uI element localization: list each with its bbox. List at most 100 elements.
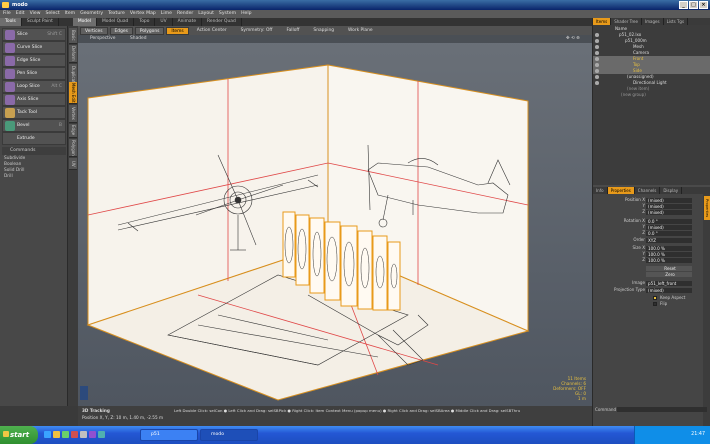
tree-row-front[interactable]: Front bbox=[593, 56, 710, 62]
tree-row-side[interactable]: Side bbox=[593, 68, 710, 74]
menu-vertex-map[interactable]: Vertex Map bbox=[130, 10, 156, 18]
tab-render-quad[interactable]: Render Quad bbox=[202, 18, 242, 26]
menu-view[interactable]: View bbox=[30, 10, 41, 18]
visibility-eye-icon[interactable] bbox=[595, 33, 599, 37]
tree-row-mesh[interactable]: Mesh bbox=[593, 44, 710, 50]
tab-animate[interactable]: Animate bbox=[173, 18, 203, 26]
action-center-dropdown[interactable]: Action Center bbox=[191, 27, 233, 35]
minimize-button[interactable]: _ bbox=[679, 1, 688, 9]
loop-slice-tool-button[interactable]: Loop Slice Alt C bbox=[2, 80, 66, 93]
symmetry-dropdown[interactable]: Symmetry: Off bbox=[235, 27, 279, 35]
tab-topo[interactable]: Topo bbox=[134, 18, 156, 26]
menu-edit[interactable]: Edit bbox=[16, 10, 25, 18]
viewport-nav-icons[interactable]: ✥ ⟲ ⊕ bbox=[566, 35, 580, 43]
prop-value-field[interactable]: 0.0 ° bbox=[646, 218, 692, 224]
vtab-vertex[interactable]: Vertex bbox=[69, 105, 77, 123]
items-mode-button[interactable]: Items bbox=[166, 26, 189, 35]
prop-value-field[interactable]: 0.0 ° bbox=[646, 230, 692, 236]
visibility-eye-icon[interactable] bbox=[595, 45, 599, 49]
close-button[interactable]: × bbox=[699, 1, 708, 9]
tree-row-scene[interactable]: p51_02.lxo bbox=[593, 32, 710, 38]
flip-checkbox[interactable] bbox=[653, 302, 657, 306]
app3-quicklaunch-icon[interactable] bbox=[98, 431, 105, 438]
visibility-eye-icon[interactable] bbox=[595, 75, 599, 79]
bevel-tool-button[interactable]: Bevel B bbox=[2, 119, 66, 132]
visibility-eye-icon[interactable] bbox=[595, 81, 599, 85]
tab-lists-tgs[interactable]: Lists Tgs bbox=[664, 18, 689, 25]
ie-quicklaunch-icon[interactable] bbox=[44, 431, 51, 438]
axis-slice-tool-button[interactable]: Axis Slice bbox=[2, 93, 66, 106]
vtab-uv[interactable]: UV bbox=[69, 158, 77, 170]
prop-value-field[interactable]: (mixed) bbox=[646, 224, 692, 230]
start-button[interactable]: start bbox=[0, 426, 38, 444]
projection-type-dropdown[interactable]: (mixed) bbox=[646, 287, 692, 293]
tab-items[interactable]: Items bbox=[593, 18, 612, 25]
tab-images[interactable]: Images bbox=[642, 18, 664, 25]
tree-row-camera[interactable]: Camera bbox=[593, 50, 710, 56]
command-drill[interactable]: Drill bbox=[2, 174, 66, 180]
tab-model-quad[interactable]: Model Quad bbox=[97, 18, 135, 26]
taskbar-item-p51[interactable]: p51 bbox=[140, 429, 198, 441]
edges-mode-button[interactable]: Edges bbox=[109, 26, 133, 35]
menu-item[interactable]: Item bbox=[65, 10, 75, 18]
app-quicklaunch-icon[interactable] bbox=[80, 431, 87, 438]
maximize-button[interactable]: □ bbox=[689, 1, 698, 9]
image-dropdown[interactable]: p51_left_front bbox=[646, 280, 692, 286]
tree-row-group[interactable]: p51_000m bbox=[593, 38, 710, 44]
tab-tools[interactable]: Tools bbox=[0, 18, 22, 26]
clock[interactable]: 21:47 bbox=[691, 432, 705, 437]
edge-slice-tool-button[interactable]: Edge Slice bbox=[2, 54, 66, 67]
prop-value-field[interactable]: 100.0 % bbox=[646, 257, 692, 263]
tab-channels[interactable]: Channels bbox=[635, 187, 661, 194]
menu-select[interactable]: Select bbox=[46, 10, 60, 18]
prop-value-field[interactable]: (mixed) bbox=[646, 203, 692, 209]
menu-texture[interactable]: Texture bbox=[108, 10, 125, 18]
tab-properties[interactable]: Properties bbox=[607, 187, 635, 194]
commands-section-header[interactable]: Commands bbox=[2, 147, 66, 155]
tack-tool-button[interactable]: Tack Tool bbox=[2, 106, 66, 119]
snapping-dropdown[interactable]: Snapping bbox=[307, 27, 340, 35]
prop-order-dropdown[interactable]: XYZ bbox=[646, 237, 692, 243]
tree-row-unassigned[interactable]: (unassigned) bbox=[593, 74, 710, 80]
work-plane-dropdown[interactable]: Work Plane bbox=[342, 27, 379, 35]
extrude-button[interactable]: Extrude bbox=[2, 132, 66, 145]
menu-system[interactable]: System bbox=[219, 10, 236, 18]
prop-value-field[interactable]: (mixed) bbox=[646, 197, 692, 203]
vtab-basic[interactable]: Basic bbox=[69, 28, 77, 44]
desktop-quicklaunch-icon[interactable] bbox=[62, 431, 69, 438]
3d-viewport[interactable] bbox=[78, 35, 592, 406]
tab-uv[interactable]: UV bbox=[155, 18, 173, 26]
taskbar-item-modo[interactable]: modo bbox=[200, 429, 258, 441]
visibility-eye-icon[interactable] bbox=[595, 51, 599, 55]
view-type-dropdown[interactable]: Perspective bbox=[90, 35, 115, 43]
vtab-edge[interactable]: Edge bbox=[69, 124, 77, 138]
tab-model[interactable]: Model bbox=[72, 18, 97, 26]
prop-value-field[interactable]: 100.0 % bbox=[646, 251, 692, 257]
pen-slice-tool-button[interactable]: Pen Slice bbox=[2, 67, 66, 80]
zero-button[interactable]: Zero bbox=[646, 271, 692, 277]
tree-row-directional-light[interactable]: Directional Light bbox=[593, 80, 710, 86]
visibility-eye-icon[interactable] bbox=[595, 63, 599, 67]
vertices-mode-button[interactable]: Vertices bbox=[80, 26, 108, 35]
reset-button[interactable]: Reset bbox=[646, 265, 692, 271]
vtab-deform[interactable]: Deform bbox=[69, 45, 77, 63]
tab-sculpt-paint[interactable]: Sculpt Paint bbox=[22, 18, 59, 26]
vtab-polygon[interactable]: Polygon bbox=[69, 139, 77, 157]
menu-lime[interactable]: Lime bbox=[161, 10, 172, 18]
tab-info[interactable]: Info bbox=[593, 187, 608, 194]
tree-row-new-group[interactable]: (new group) bbox=[593, 92, 710, 98]
visibility-eye-icon[interactable] bbox=[595, 39, 599, 43]
menu-geometry[interactable]: Geometry bbox=[80, 10, 103, 18]
properties-tag[interactable]: Properties bbox=[704, 196, 710, 220]
menu-render[interactable]: Render bbox=[177, 10, 193, 18]
app2-quicklaunch-icon[interactable] bbox=[89, 431, 96, 438]
folder-quicklaunch-icon[interactable] bbox=[53, 431, 60, 438]
keep-aspect-checkbox[interactable] bbox=[653, 296, 657, 300]
tab-display[interactable]: Display bbox=[660, 187, 683, 194]
tab-shader-tree[interactable]: Shader Tree bbox=[611, 18, 642, 25]
slice-tool-button[interactable]: Slice Shift C bbox=[2, 28, 66, 41]
visibility-eye-icon[interactable] bbox=[595, 57, 599, 61]
media-quicklaunch-icon[interactable] bbox=[71, 431, 78, 438]
falloff-dropdown[interactable]: Falloff bbox=[280, 27, 305, 35]
tree-row-new-item[interactable]: (new item) bbox=[593, 86, 710, 92]
